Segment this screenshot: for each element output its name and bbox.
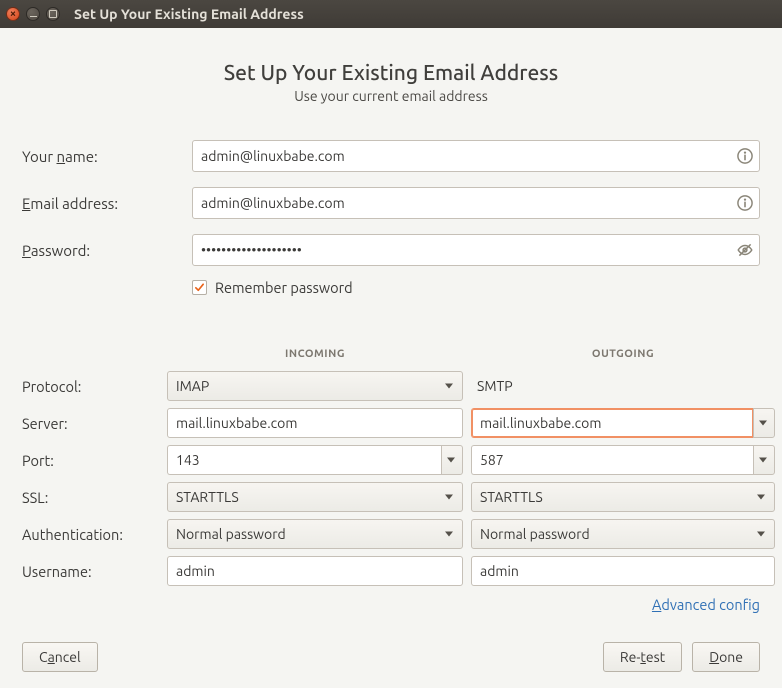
outgoing-auth-select[interactable]: Normal password — [471, 519, 775, 549]
done-button[interactable]: Done — [692, 642, 760, 672]
outgoing-port-combo — [471, 445, 775, 475]
heading: Set Up Your Existing Email Address Use y… — [22, 60, 760, 104]
your-name-label: Your name: — [22, 148, 192, 165]
close-icon[interactable] — [6, 7, 20, 21]
footer: Cancel Re-test Done — [22, 642, 760, 672]
dialog-body: Set Up Your Existing Email Address Use y… — [0, 28, 782, 631]
password-row: Password: — [22, 234, 760, 266]
port-label: Port: — [22, 452, 159, 469]
remember-password-row: Remember password — [192, 279, 760, 296]
password-label: Password: — [22, 242, 192, 259]
cancel-button[interactable]: Cancel — [22, 642, 98, 672]
protocol-label: Protocol: — [22, 378, 159, 395]
outgoing-port-input[interactable] — [471, 445, 753, 475]
outgoing-header: OUTGOING — [471, 348, 775, 364]
eye-off-icon[interactable] — [736, 241, 754, 259]
incoming-ssl-select[interactable]: STARTTLS — [167, 482, 463, 512]
email-input[interactable] — [192, 187, 760, 219]
retest-button[interactable]: Re-test — [603, 642, 682, 672]
outgoing-protocol-value: SMTP — [471, 371, 775, 401]
ssl-label: SSL: — [22, 489, 159, 506]
password-input[interactable] — [192, 234, 760, 266]
remember-password-checkbox[interactable] — [192, 280, 207, 295]
server-label: Server: — [22, 415, 159, 432]
your-name-input[interactable] — [192, 140, 760, 172]
email-row: Email address: — [22, 187, 760, 219]
minimize-icon[interactable] — [26, 7, 40, 21]
incoming-header: INCOMING — [167, 348, 463, 364]
advanced-config-link[interactable]: Advanced config — [22, 596, 760, 613]
page-title: Set Up Your Existing Email Address — [22, 60, 760, 84]
your-name-row: Your name: — [22, 140, 760, 172]
info-icon[interactable] — [736, 147, 754, 165]
info-icon[interactable] — [736, 194, 754, 212]
account-section: Your name: Email address: Pass — [22, 140, 760, 296]
incoming-port-combo — [167, 445, 463, 475]
outgoing-ssl-select[interactable]: STARTTLS — [471, 482, 775, 512]
page-subtitle: Use your current email address — [22, 88, 760, 104]
titlebar: Set Up Your Existing Email Address — [0, 0, 782, 28]
outgoing-server-input[interactable] — [471, 408, 753, 438]
incoming-username-input[interactable] — [167, 556, 463, 586]
maximize-icon[interactable] — [46, 7, 60, 21]
incoming-auth-select[interactable]: Normal password — [167, 519, 463, 549]
outgoing-port-dropdown[interactable] — [753, 445, 775, 475]
email-label: Email address: — [22, 195, 192, 212]
username-label: Username: — [22, 563, 159, 580]
incoming-server-input[interactable] — [167, 408, 463, 438]
auth-label: Authentication: — [22, 526, 159, 543]
outgoing-server-dropdown[interactable] — [753, 408, 775, 438]
outgoing-username-input[interactable] — [471, 556, 775, 586]
incoming-protocol-select[interactable]: IMAP — [167, 371, 463, 401]
remember-password-label: Remember password — [215, 279, 353, 296]
incoming-port-dropdown[interactable] — [441, 445, 463, 475]
window-title: Set Up Your Existing Email Address — [74, 6, 304, 22]
incoming-port-input[interactable] — [167, 445, 441, 475]
outgoing-server-combo — [471, 408, 775, 438]
server-settings: INCOMING OUTGOING Protocol: IMAP SMTP Se… — [22, 348, 760, 586]
